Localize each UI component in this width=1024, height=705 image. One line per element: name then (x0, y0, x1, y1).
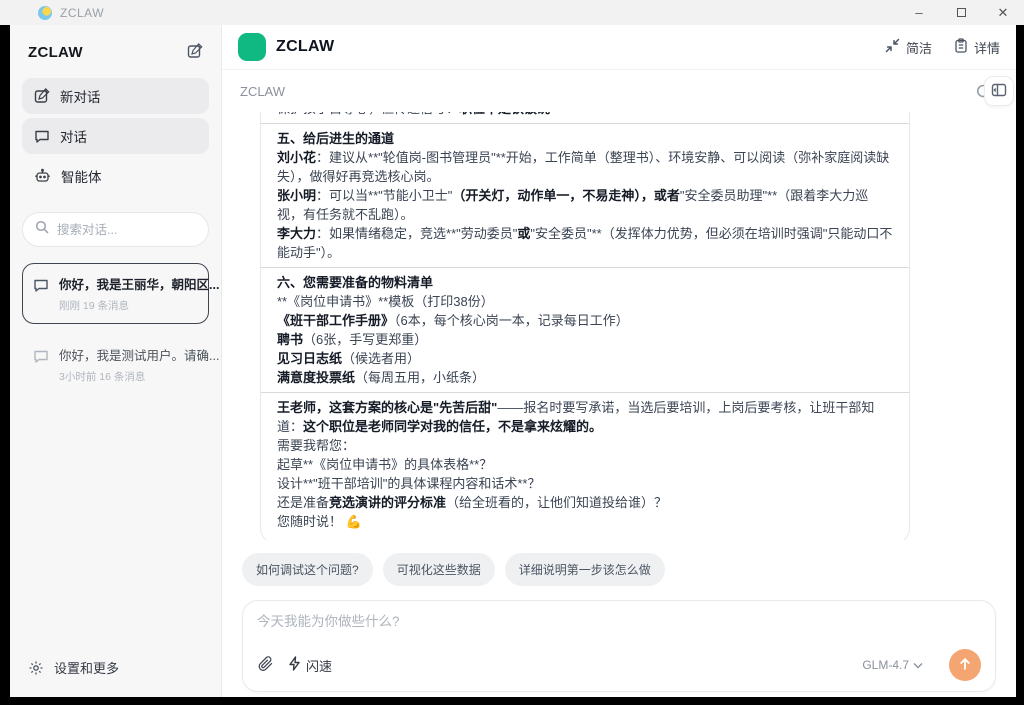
suggestion-chip[interactable]: 如何调试这个问题? (242, 553, 373, 586)
conversation-meta: 3小时前 16 条消息 (59, 369, 219, 384)
message-line: 聘书（6张，手写更郑重） (277, 330, 893, 349)
message-divider (261, 267, 909, 268)
sidebar-item-label: 对话 (60, 126, 87, 146)
message-line: **《岗位申请书》**模板（打印38份） (277, 292, 893, 311)
quick-mode-label: 闪速 (306, 656, 332, 675)
message-divider (261, 123, 909, 124)
composer: 闪速 GLM-4.7 (242, 600, 996, 692)
settings-button[interactable]: 设置和更多 (10, 642, 221, 697)
conversation-list: 你好，我是王丽华，朝阳区...刚刚 19 条消息你好，我是测试用户。请确...3… (10, 257, 221, 401)
collapse-icon (885, 38, 900, 56)
paperclip-icon (257, 655, 274, 675)
message-line: 《班干部工作手册》（6本，每个核心岗一本，记录每日工作） (277, 311, 893, 330)
side-panel-icon (991, 82, 1007, 101)
maximize-icon (957, 8, 966, 17)
arrow-up-icon (958, 657, 972, 674)
chat-bubble-icon (34, 128, 50, 144)
sidebar-item-new-chat[interactable]: 新对话 (22, 78, 209, 114)
sidebar-item-chats[interactable]: 对话 (22, 118, 209, 154)
clipboard-icon (954, 38, 968, 56)
message-line: 张小明：可以当**"节能小卫士"（开关灯，动作单一，不易走神），或者"安全委员助… (277, 186, 893, 224)
message-line: 王老师，这套方案的核心是"先苦后甜"——报名时要写承诺，当选后要培训，上岗后要考… (277, 398, 893, 436)
message-line: 六、您需要准备的物料清单 (277, 273, 893, 292)
breadcrumb-tools (974, 76, 1010, 106)
panel-toggle-button[interactable] (984, 76, 1014, 106)
app-window: ZCLAW 新对话对话智能体 你好，我是王丽华，朝阳区...刚刚 19 条消息你… (10, 25, 1016, 697)
lightning-icon (288, 656, 301, 674)
details-button[interactable]: 详情 (954, 38, 1000, 57)
brand-logo (238, 33, 266, 61)
assistant-message: 保护孩子自尊心，但传递信号：职位不是铁饭碗五、给后进生的通道刘小花：建议从**"… (260, 112, 910, 540)
message-line: 李大力：如果情绪稳定，竞选**"劳动委员"或"安全委员"**（发挥体力优势，但必… (277, 224, 893, 262)
conversation-item[interactable]: 你好，我是王丽华，朝阳区...刚刚 19 条消息 (22, 263, 209, 324)
chat-header: ZCLAW 简洁 详情 (222, 25, 1016, 70)
message-line: 五、给后进生的通道 (277, 129, 893, 148)
conversation-title: 你好，我是王丽华，朝阳区... (59, 274, 219, 293)
model-selector[interactable]: GLM-4.7 (862, 658, 923, 672)
composer-input[interactable] (257, 614, 981, 629)
compose-icon (34, 88, 50, 104)
search-icon (35, 220, 49, 239)
search-box[interactable] (22, 212, 209, 247)
sidebar-title: ZCLAW (28, 44, 83, 61)
message-line: 设计**"班干部培训"的具体课程内容和话术**？ (277, 474, 893, 493)
conversation-title: 你好，我是测试用户。请确... (59, 345, 219, 364)
message-line: 满意度投票纸（每周五用，小纸条） (277, 368, 893, 387)
os-titlebar: ZCLAW – ✕ (0, 0, 1024, 25)
sidebar-item-label: 智能体 (61, 166, 102, 186)
chat-bubble-icon (33, 277, 49, 293)
suggestion-chip[interactable]: 可视化这些数据 (383, 553, 495, 586)
model-label: GLM-4.7 (862, 658, 909, 672)
header-actions: 简洁 详情 (885, 38, 1000, 57)
chat-bubble-icon (33, 348, 49, 364)
minimize-button[interactable]: – (898, 0, 940, 25)
suggestion-chips: 如何调试这个问题? 可视化这些数据详细说明第一步该怎么做 (222, 540, 1016, 590)
conversation-meta: 刚刚 19 条消息 (59, 298, 219, 313)
send-button[interactable] (949, 649, 981, 681)
message-line: 刘小花：建议从**"轮值岗-图书管理员"**开始，工作简单（整理书）、环境安静、… (277, 148, 893, 186)
sidebar: ZCLAW 新对话对话智能体 你好，我是王丽华，朝阳区...刚刚 19 条消息你… (10, 25, 222, 697)
chat-scroll-area[interactable]: 保护孩子自尊心，但传递信号：职位不是铁饭碗五、给后进生的通道刘小花：建议从**"… (222, 112, 1016, 540)
message-line: 起草**《岗位申请书》的具体表格**？ (277, 455, 893, 474)
chevron-down-icon (913, 658, 923, 672)
message-line: 还是准备竞选演讲的评分标准（给全班看的，让他们知道投给谁）？ (277, 493, 893, 512)
action-label: 简洁 (906, 38, 932, 57)
sidebar-nav: 新对话对话智能体 (10, 78, 221, 194)
app-icon (38, 6, 52, 20)
robot-icon (34, 168, 51, 184)
window-controls: – ✕ (898, 0, 1024, 25)
settings-label: 设置和更多 (54, 658, 119, 677)
attach-button[interactable] (257, 655, 274, 675)
sidebar-header: ZCLAW (10, 25, 221, 78)
close-button[interactable]: ✕ (982, 0, 1024, 25)
composer-toolbar: 闪速 GLM-4.7 (257, 649, 981, 681)
gear-icon (28, 660, 44, 676)
message-line: 见习日志纸（候选者用） (277, 349, 893, 368)
message-line: 您随时说！ 💪 (277, 512, 893, 531)
window-title: ZCLAW (60, 6, 104, 20)
suggestion-chip[interactable]: 详细说明第一步该怎么做 (505, 553, 665, 586)
breadcrumb: ZCLAW (240, 84, 285, 99)
breadcrumb-row: ZCLAW (222, 70, 1016, 112)
conversation-item[interactable]: 你好，我是测试用户。请确...3小时前 16 条消息 (22, 334, 209, 395)
main-panel: ZCLAW 简洁 详情 ZCLAW (222, 25, 1016, 697)
concise-button[interactable]: 简洁 (885, 38, 932, 57)
quick-mode-button[interactable]: 闪速 (288, 656, 332, 675)
sidebar-item-label: 新对话 (60, 86, 101, 106)
new-chat-button[interactable] (185, 41, 205, 64)
message-divider (261, 392, 909, 393)
action-label: 详情 (974, 38, 1000, 57)
maximize-button[interactable] (940, 0, 982, 25)
search-input[interactable] (57, 223, 187, 237)
message-line: 保护孩子自尊心，但传递信号：职位不是铁饭碗 (277, 112, 893, 118)
sidebar-item-agents[interactable]: 智能体 (22, 158, 209, 194)
message-line: 需要我帮您： (277, 436, 893, 455)
compose-icon (187, 43, 203, 62)
brand-name: ZCLAW (276, 38, 334, 56)
